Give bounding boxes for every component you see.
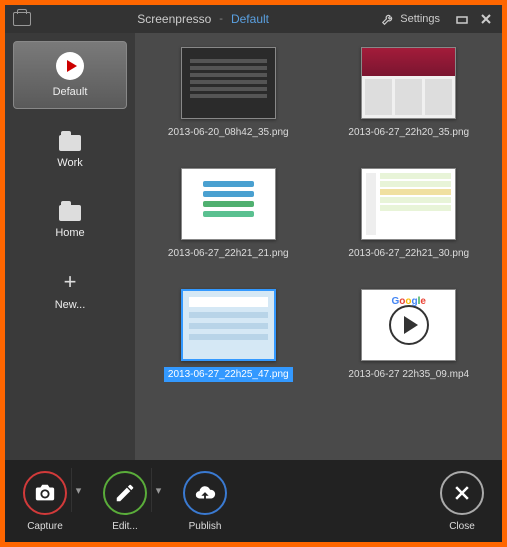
thumbnail-label: 2013-06-27 22h35_09.mp4 — [344, 367, 473, 382]
thumbnail-label: 2013-06-27_22h21_21.png — [164, 246, 293, 261]
thumbnail-preview — [181, 47, 276, 119]
folder-icon — [59, 205, 81, 221]
close-button[interactable]: Close — [440, 471, 484, 532]
workspace-name: Default — [231, 12, 269, 26]
thumbnail-item[interactable]: 2013-06-27_22h25_47.png — [145, 289, 312, 382]
sidebar-item-label: New... — [55, 299, 86, 311]
capture-dropdown[interactable]: ▾ — [71, 468, 85, 512]
thumbnail-item[interactable]: 2013-06-27_22h21_30.png — [326, 168, 493, 261]
thumbnail-grid: 2013-06-20_08h42_35.png 2013-06-27_22h20… — [135, 33, 502, 460]
sidebar-item-default[interactable]: Default — [13, 41, 127, 109]
edit-dropdown[interactable]: ▾ — [151, 468, 165, 512]
app-title: Screenpresso — [137, 12, 211, 26]
settings-button[interactable]: Settings — [375, 10, 446, 28]
thumbnail-preview — [181, 289, 276, 361]
cloud-upload-icon — [183, 471, 227, 515]
thumbnail-label: 2013-06-27_22h20_35.png — [344, 125, 473, 140]
toolbar: Capture ▾ Edit... ▾ Publish Close — [5, 460, 502, 542]
plus-icon: + — [64, 271, 77, 293]
thumbnail-preview — [361, 168, 456, 240]
capture-label: Capture — [27, 521, 63, 532]
minimize-icon — [456, 13, 468, 25]
edit-label: Edit... — [112, 521, 138, 532]
sidebar-item-label: Home — [55, 227, 84, 239]
thumbnail-item[interactable]: Google 2013-06-27 22h35_09.mp4 — [326, 289, 493, 382]
thumbnail-preview: Google — [361, 289, 456, 361]
thumbnail-label: 2013-06-27_22h25_47.png — [164, 367, 293, 382]
main-area: Default Work Home + New... 20 — [5, 33, 502, 460]
thumbnail-item[interactable]: 2013-06-27_22h21_21.png — [145, 168, 312, 261]
title-dash: - — [219, 13, 223, 25]
close-label: Close — [449, 521, 475, 532]
play-icon — [389, 305, 429, 345]
settings-label: Settings — [400, 13, 440, 25]
thumbnail-label: 2013-06-20_08h42_35.png — [164, 125, 293, 140]
capture-button[interactable]: Capture — [23, 471, 67, 532]
sidebar-item-label: Work — [57, 157, 82, 169]
thumbnail-preview — [361, 47, 456, 119]
window: Screenpresso - Default Settings Default … — [5, 5, 502, 542]
sidebar-item-work[interactable]: Work — [13, 121, 127, 179]
screenpresso-logo-icon — [56, 52, 84, 80]
google-logo-icon: Google — [392, 296, 426, 307]
edit-button[interactable]: Edit... — [103, 471, 147, 532]
close-x-icon — [440, 471, 484, 515]
titlebar: Screenpresso - Default Settings — [5, 5, 502, 33]
close-icon — [480, 13, 492, 25]
thumbnail-label: 2013-06-27_22h21_30.png — [344, 246, 473, 261]
publish-button[interactable]: Publish — [183, 471, 227, 532]
thumbnail-preview — [181, 168, 276, 240]
edit-icon — [103, 471, 147, 515]
camera-icon — [23, 471, 67, 515]
thumbnail-item[interactable]: 2013-06-27_22h20_35.png — [326, 47, 493, 140]
workspace-icon — [13, 12, 31, 26]
sidebar: Default Work Home + New... — [5, 33, 135, 460]
publish-label: Publish — [189, 521, 222, 532]
sidebar-item-home[interactable]: Home — [13, 191, 127, 249]
sidebar-item-new[interactable]: + New... — [13, 261, 127, 321]
folder-icon — [59, 135, 81, 151]
sidebar-item-label: Default — [53, 86, 88, 98]
wrench-icon — [381, 12, 395, 26]
minimize-button[interactable] — [454, 11, 470, 27]
close-window-button[interactable] — [478, 11, 494, 27]
thumbnail-item[interactable]: 2013-06-20_08h42_35.png — [145, 47, 312, 140]
